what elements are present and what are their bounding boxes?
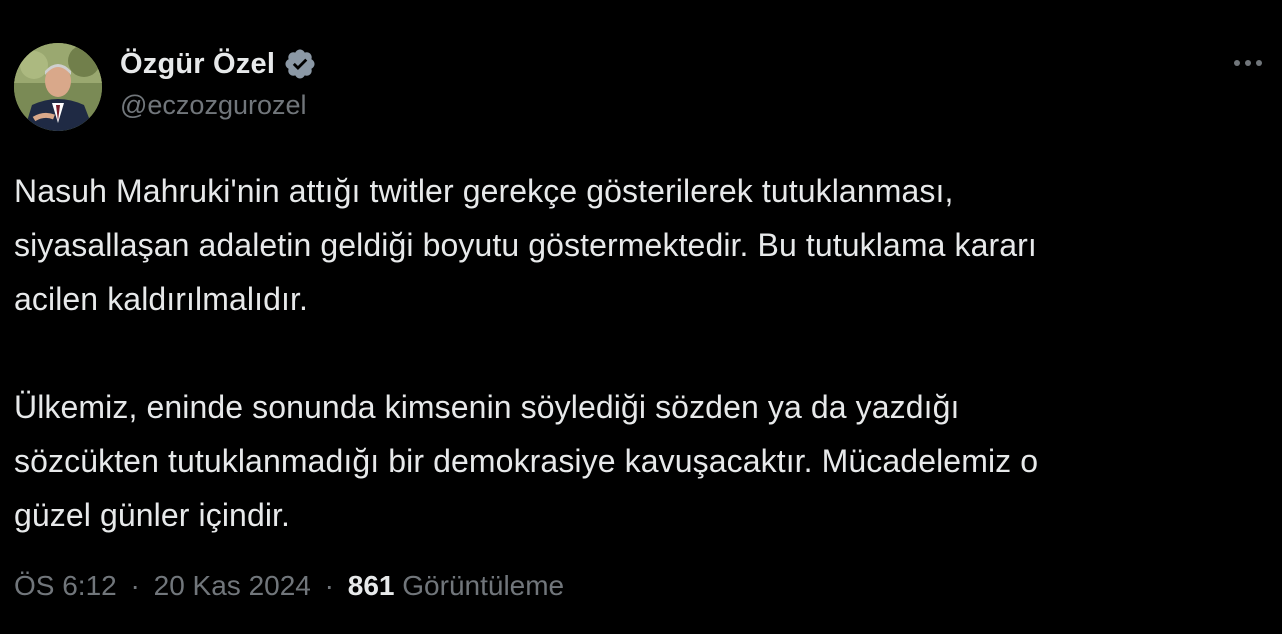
- tweet-line: güzel günler içindir.: [14, 497, 291, 533]
- tweet-card: Özgür Özel @eczozgurozel Nasuh Mahruki'n…: [0, 0, 1282, 634]
- tweet-line: Ülkemiz, eninde sonunda kimsenin söyledi…: [14, 389, 960, 425]
- tweet-line: sözcükten tutuklanmadığı bir demokrasiye…: [14, 443, 1039, 479]
- views-label[interactable]: Görüntüleme: [402, 570, 564, 601]
- tweet-line: siyasallaşan adaletin geldiği boyutu gös…: [14, 227, 1037, 263]
- tweet-metadata: ÖS 6:12 · 20 Kas 2024 · 861 Görüntüleme: [14, 570, 564, 602]
- author-name-row[interactable]: Özgür Özel: [120, 44, 317, 84]
- more-horizontal-icon: [1234, 60, 1262, 66]
- author-handle[interactable]: @eczozgurozel: [120, 90, 307, 121]
- separator: ·: [130, 570, 140, 601]
- avatar[interactable]: [14, 43, 102, 131]
- more-options-button[interactable]: [1228, 48, 1268, 78]
- views-count[interactable]: 861: [348, 570, 395, 601]
- profile-photo-icon: [14, 43, 102, 131]
- tweet-date[interactable]: 20 Kas 2024: [154, 570, 311, 601]
- separator: ·: [324, 570, 334, 601]
- tweet-time[interactable]: ÖS 6:12: [14, 570, 117, 601]
- tweet-text: Nasuh Mahruki'nin attığı twitler gerekçe…: [14, 164, 1264, 542]
- author-display-name[interactable]: Özgür Özel: [120, 48, 275, 81]
- verified-badge-icon: [283, 47, 317, 81]
- tweet-line: acilen kaldırılmalıdır.: [14, 281, 308, 317]
- tweet-line: Nasuh Mahruki'nin attığı twitler gerekçe…: [14, 173, 954, 209]
